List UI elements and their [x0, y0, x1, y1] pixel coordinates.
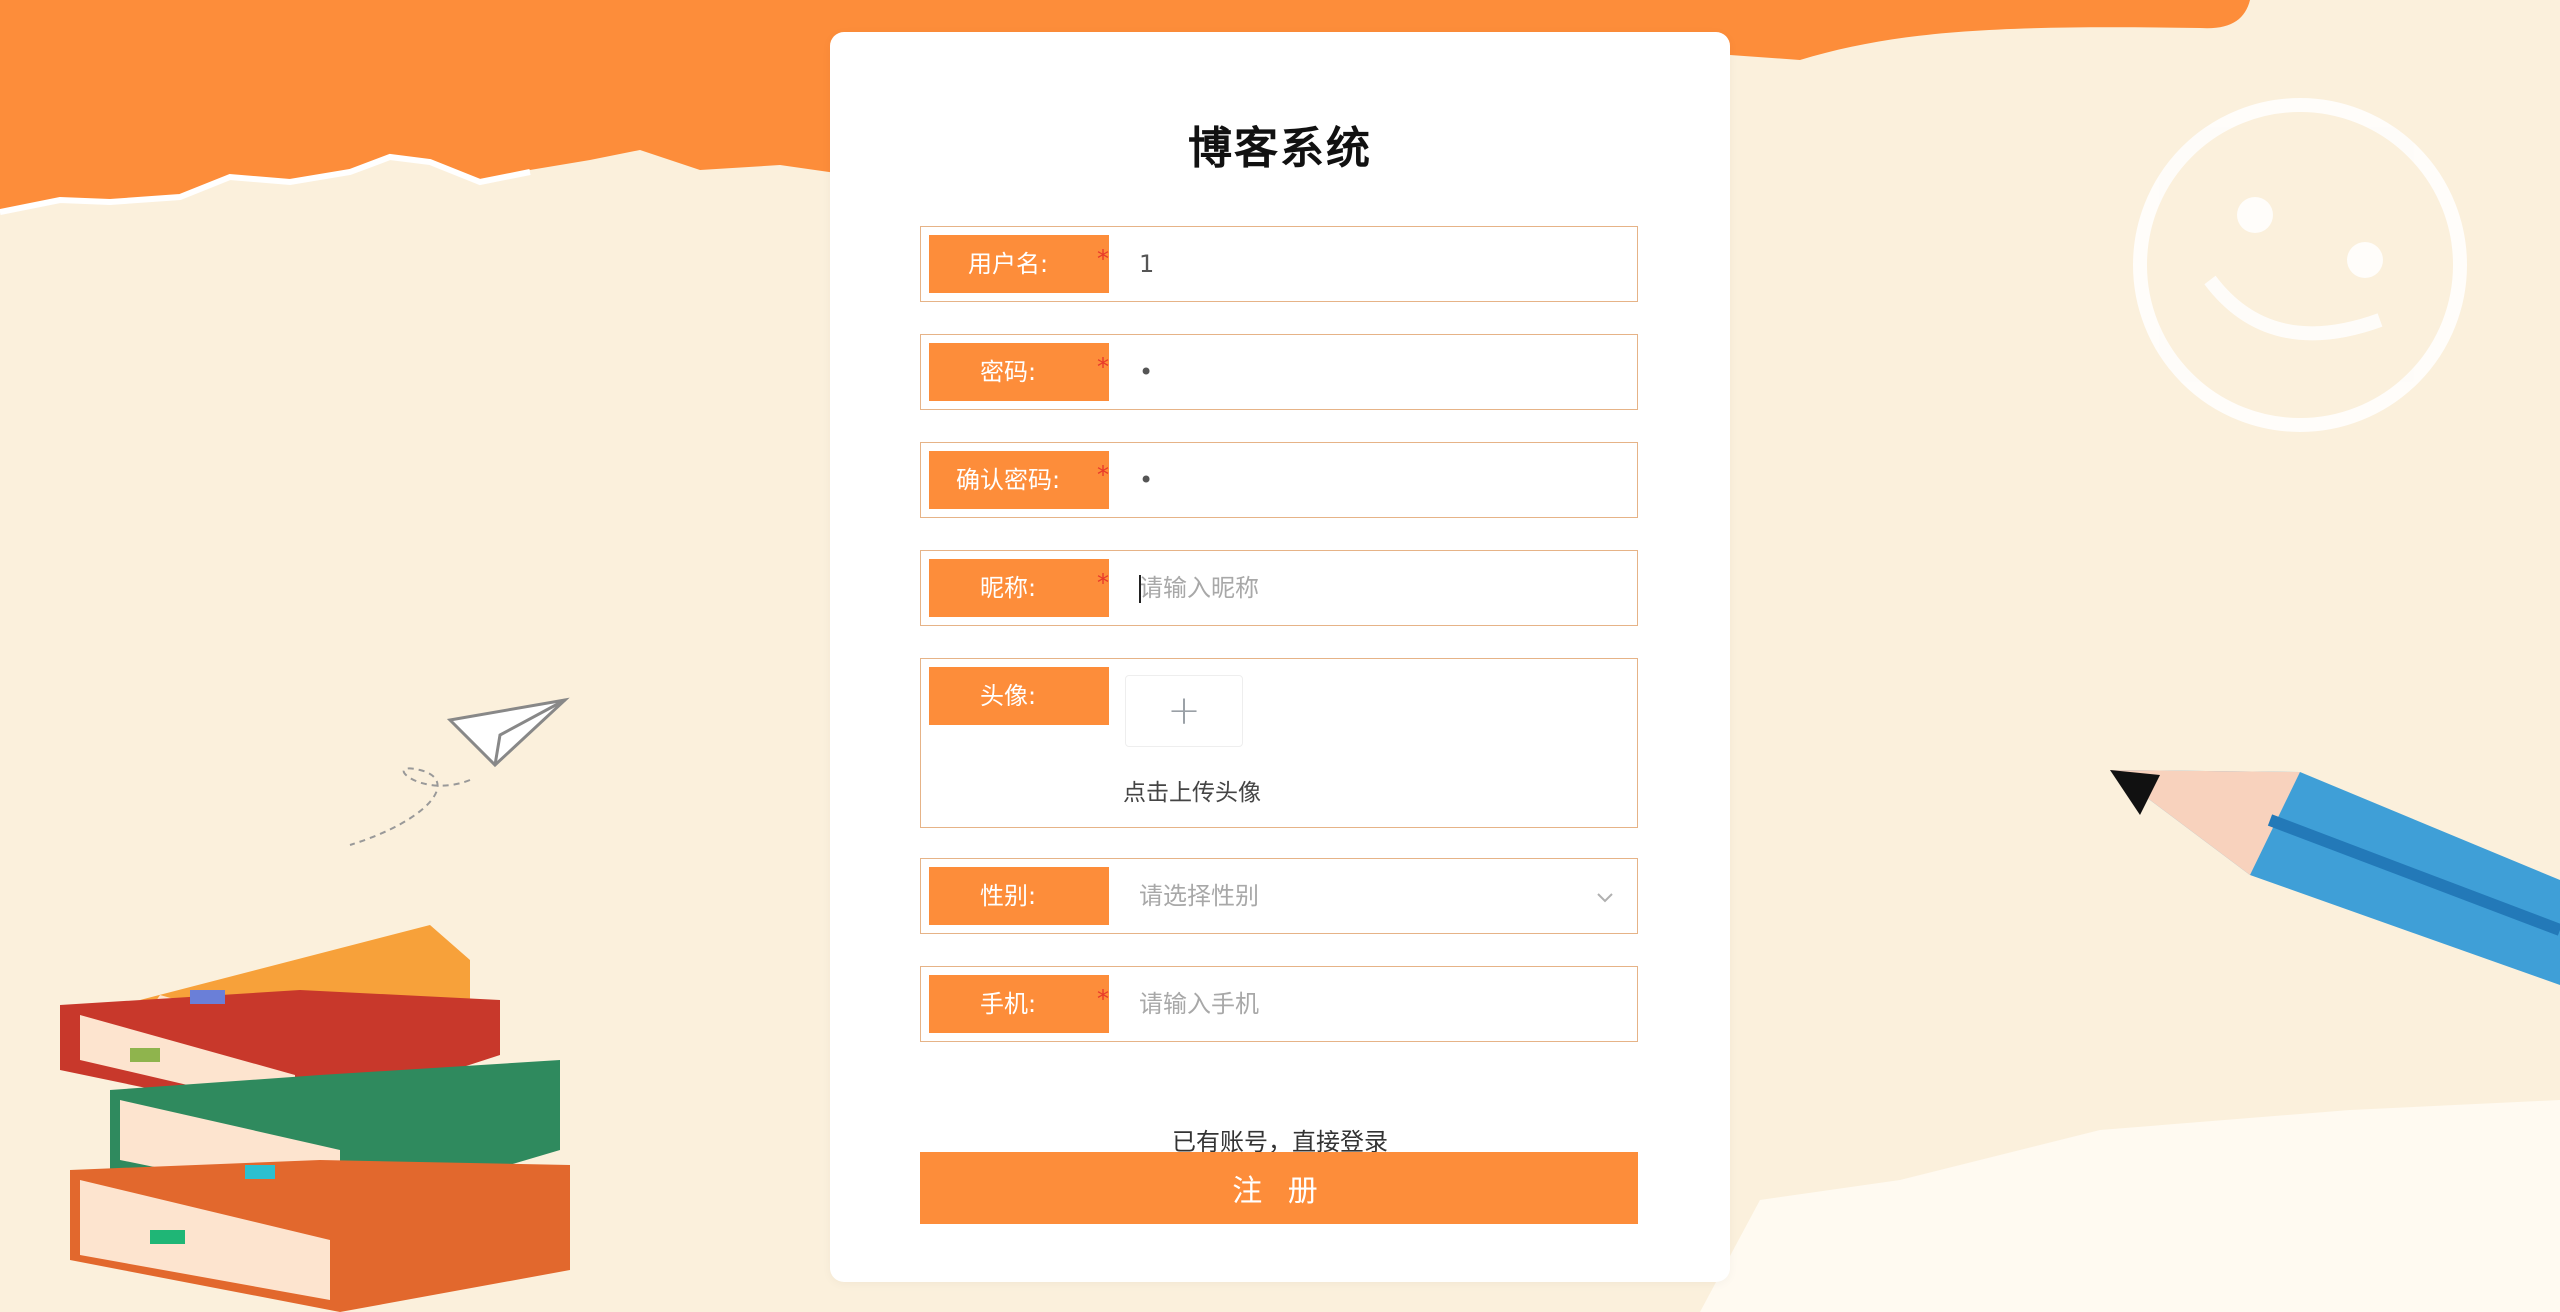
phone-label: 手机:: [929, 975, 1109, 1033]
required-mark: *: [1097, 245, 1109, 273]
username-input[interactable]: [1139, 235, 1619, 293]
required-mark: *: [1097, 353, 1109, 381]
confirm-password-input[interactable]: [1139, 451, 1619, 509]
gender-label: 性别:: [929, 867, 1109, 925]
paper-plane-icon: [349, 697, 570, 846]
books-illustration: [60, 925, 570, 1312]
chevron-down-icon[interactable]: [1593, 885, 1617, 909]
nickname-row: 昵称: *: [920, 550, 1638, 626]
avatar-upload-button[interactable]: +: [1125, 675, 1243, 747]
gender-select[interactable]: [1139, 867, 1579, 925]
register-button[interactable]: 注 册: [920, 1152, 1638, 1224]
avatar-upload-hint[interactable]: 点击上传头像: [1123, 773, 1261, 807]
avatar-row: 头像: + 点击上传头像: [920, 658, 1638, 828]
password-input[interactable]: [1139, 343, 1619, 401]
confirm-password-label: 确认密码:: [929, 451, 1109, 509]
gender-row: 性别:: [920, 858, 1638, 934]
nickname-input[interactable]: [1139, 559, 1619, 617]
pencil-illustration: [2110, 770, 2560, 985]
password-row: 密码: *: [920, 334, 1638, 410]
confirm-password-row: 确认密码: *: [920, 442, 1638, 518]
avatar-label: 头像:: [929, 667, 1109, 725]
white-cloud-bottom: [1700, 1100, 2560, 1312]
smiley-icon: [2133, 98, 2467, 432]
plus-icon: +: [1167, 688, 1201, 734]
phone-row: 手机: *: [920, 966, 1638, 1042]
text-caret: [1139, 575, 1141, 603]
page-title: 博客系统: [1188, 123, 1372, 174]
password-label: 密码:: [929, 343, 1109, 401]
username-row: 用户名: *: [920, 226, 1638, 302]
required-mark: *: [1097, 461, 1109, 489]
phone-input[interactable]: [1139, 975, 1619, 1033]
nickname-label: 昵称:: [929, 559, 1109, 617]
username-label: 用户名:: [929, 235, 1109, 293]
required-mark: *: [1097, 569, 1109, 597]
required-mark: *: [1097, 985, 1109, 1013]
register-card: 博客系统 用户名: * 密码: * 确认密码: * 昵称: * 头像: + 点击…: [830, 32, 1730, 1282]
